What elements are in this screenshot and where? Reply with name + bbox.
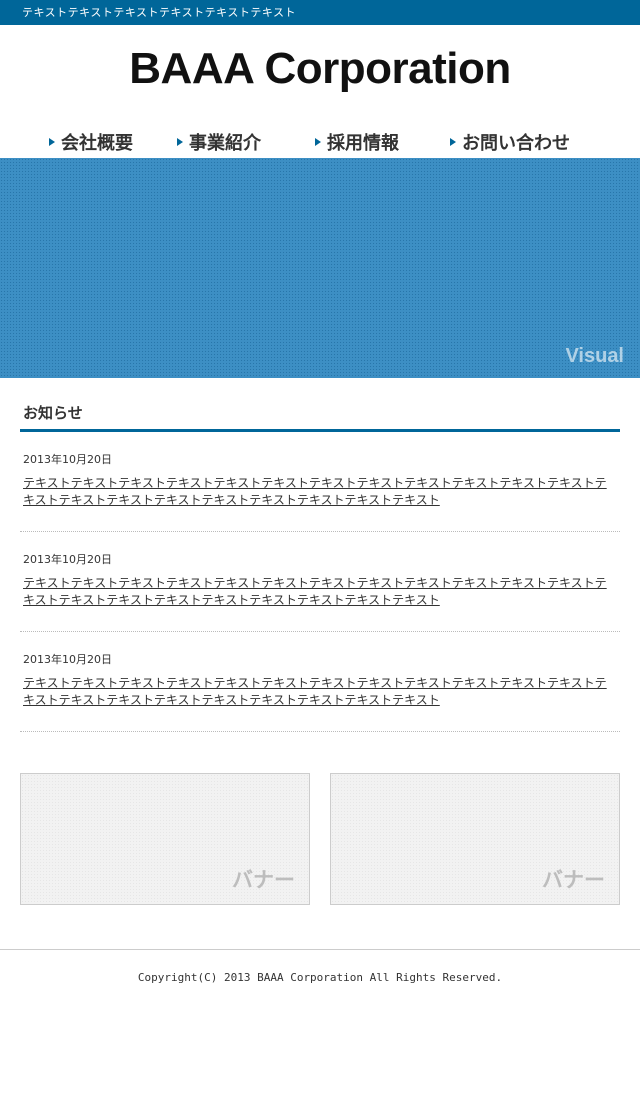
arrow-right-icon <box>315 138 321 146</box>
top-bar: テキストテキストテキストテキストテキストテキスト <box>0 0 640 25</box>
nav-item-label: 会社概要 <box>61 133 133 154</box>
nav-item-label: 事業紹介 <box>189 133 261 154</box>
news-item: 2013年10月20日 テキストテキストテキストテキストテキストテキストテキスト… <box>20 632 620 732</box>
main-visual: Visual <box>0 158 640 378</box>
news-link[interactable]: テキストテキストテキストテキストテキストテキストテキストテキストテキストテキスト… <box>23 575 617 609</box>
nav-item-business[interactable]: 事業紹介 <box>177 129 261 159</box>
news-section: お知らせ 2013年10月20日 テキストテキストテキストテキストテキストテキス… <box>0 402 640 732</box>
site-footer: Copyright(C) 2013 BAAA Corporation All R… <box>0 949 640 1004</box>
nav-item-recruit[interactable]: 採用情報 <box>315 129 399 159</box>
nav-item-label: お問い合わせ <box>462 133 570 154</box>
news-heading: お知らせ <box>20 402 620 432</box>
site-header: BAAA Corporation 会社概要 事業紹介 採用情報 お問い合わせ <box>0 25 640 158</box>
banner-1[interactable]: バナー <box>20 773 310 905</box>
news-link[interactable]: テキストテキストテキストテキストテキストテキストテキストテキストテキストテキスト… <box>23 675 617 709</box>
banner-label: バナー <box>542 868 605 892</box>
arrow-right-icon <box>49 138 55 146</box>
news-date: 2013年10月20日 <box>23 553 112 566</box>
news-date: 2013年10月20日 <box>23 453 112 466</box>
banner-label: バナー <box>232 868 295 892</box>
news-list: 2013年10月20日 テキストテキストテキストテキストテキストテキストテキスト… <box>20 432 620 732</box>
arrow-right-icon <box>177 138 183 146</box>
nav-item-contact[interactable]: お問い合わせ <box>450 129 570 159</box>
news-date: 2013年10月20日 <box>23 653 112 666</box>
banner-area: バナー バナー <box>0 773 640 905</box>
news-item: 2013年10月20日 テキストテキストテキストテキストテキストテキストテキスト… <box>20 532 620 632</box>
site-logo[interactable]: BAAA Corporation <box>0 41 640 97</box>
visual-label: Visual <box>565 345 624 367</box>
arrow-right-icon <box>450 138 456 146</box>
news-link[interactable]: テキストテキストテキストテキストテキストテキストテキストテキストテキストテキスト… <box>23 475 617 509</box>
copyright-text: Copyright(C) 2013 BAAA Corporation All R… <box>137 971 503 984</box>
global-nav: 会社概要 事業紹介 採用情報 お問い合わせ <box>0 129 640 159</box>
top-bar-text: テキストテキストテキストテキストテキストテキスト <box>22 6 297 19</box>
nav-item-label: 採用情報 <box>327 133 399 154</box>
news-item: 2013年10月20日 テキストテキストテキストテキストテキストテキストテキスト… <box>20 432 620 532</box>
banner-2[interactable]: バナー <box>330 773 620 905</box>
nav-item-company[interactable]: 会社概要 <box>49 129 133 159</box>
